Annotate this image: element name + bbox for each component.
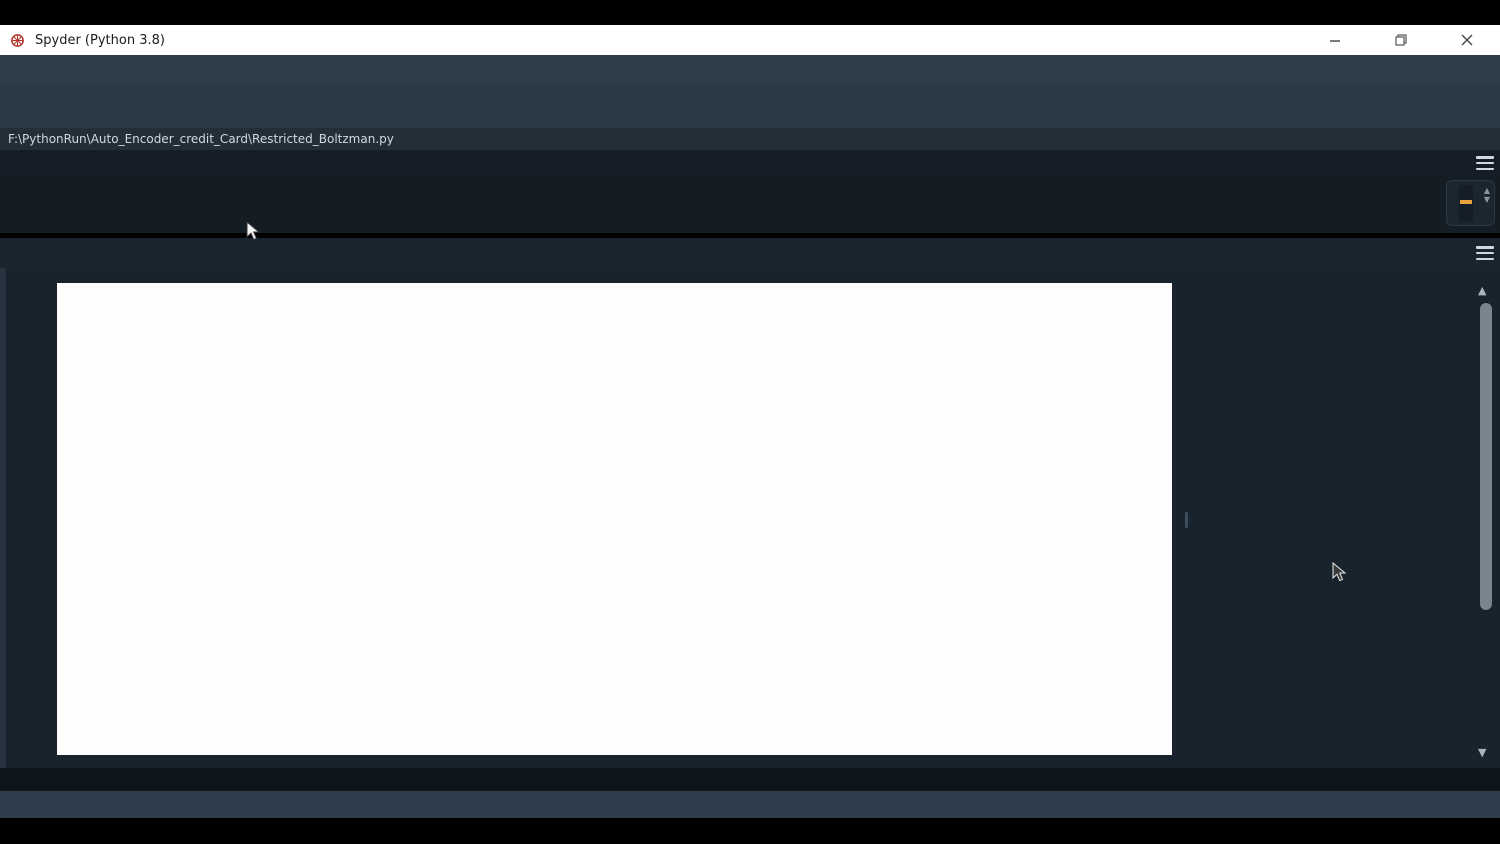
- spyder-logo-icon: [10, 33, 25, 48]
- editor-scroll-widget[interactable]: ▲▼: [1446, 180, 1495, 226]
- thumbnails-scrollbar[interactable]: [1480, 303, 1492, 610]
- plots-options-menu-icon[interactable]: [1476, 246, 1494, 260]
- window-controls: [1322, 30, 1500, 50]
- matplotlib-figure: [57, 283, 1172, 755]
- scroll-flag-marker: [1460, 200, 1472, 204]
- thumbnails-scroll-down-icon[interactable]: ▼: [1478, 746, 1486, 759]
- thumbnail-splitter-handle[interactable]: [1185, 512, 1188, 528]
- file-path-bar: F:\PythonRun\Auto_Encoder_credit_Card\Re…: [0, 128, 1500, 150]
- minimize-button[interactable]: [1322, 30, 1348, 50]
- pane-tab-bar: [0, 768, 1500, 791]
- scroll-arrows[interactable]: ▲▼: [1484, 186, 1490, 204]
- plots-toolbar: [0, 238, 1500, 268]
- editor-options-menu-icon[interactable]: [1476, 156, 1494, 170]
- plots-pane: ▲ ▼: [0, 268, 1500, 768]
- screen: Spyder (Python 3.8) F:\PythonRun\Auto_En…: [0, 0, 1500, 844]
- close-button[interactable]: [1454, 30, 1480, 50]
- code-editor[interactable]: [0, 176, 1500, 233]
- open-file-path: F:\PythonRun\Auto_Encoder_credit_Card\Re…: [8, 132, 394, 146]
- menu-bar: [0, 55, 1500, 82]
- window-title: Spyder (Python 3.8): [35, 33, 165, 48]
- editor-tab-bar: [0, 150, 1500, 176]
- main-toolbar: [0, 82, 1500, 128]
- pane-splitter[interactable]: [0, 268, 6, 768]
- status-bar: [0, 791, 1500, 818]
- title-bar: Spyder (Python 3.8): [0, 25, 1500, 55]
- restore-button[interactable]: [1388, 30, 1414, 50]
- thumbnails-scroll-up-icon[interactable]: ▲: [1478, 284, 1486, 297]
